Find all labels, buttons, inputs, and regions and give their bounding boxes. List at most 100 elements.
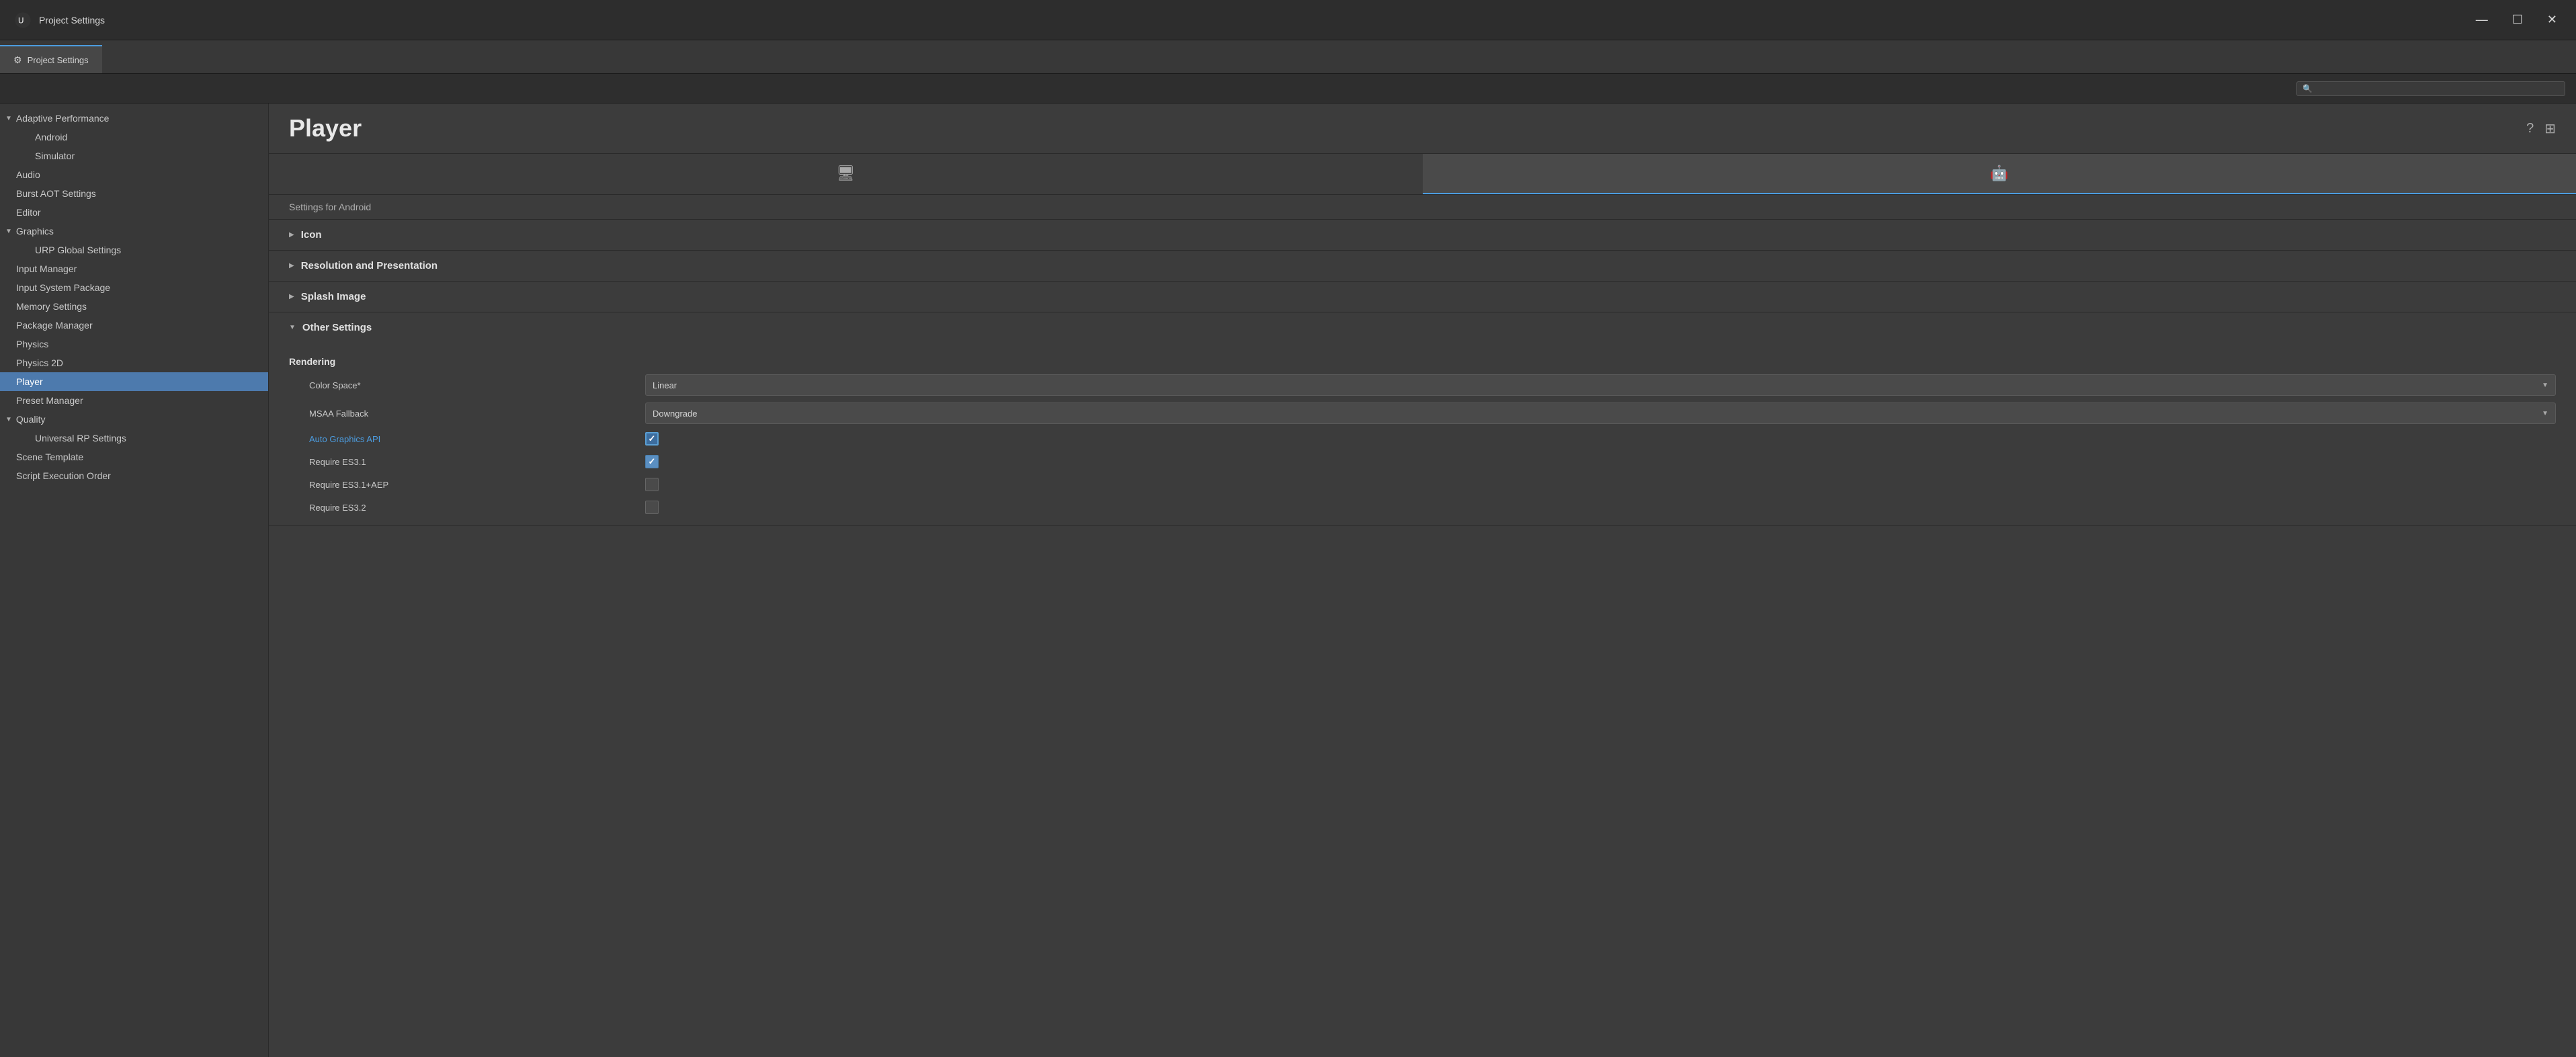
sidebar-label-preset-manager: Preset Manager bbox=[16, 395, 83, 406]
sidebar-item-physics-2d[interactable]: Physics 2D bbox=[0, 353, 268, 372]
help-icon-button[interactable]: ? bbox=[2526, 121, 2534, 136]
require-es32-row: Require ES3.2 bbox=[269, 496, 2576, 519]
rendering-subsection-title: Rendering bbox=[269, 349, 2576, 371]
require-es32-checkbox[interactable] bbox=[645, 501, 659, 514]
layout-icon-button[interactable]: ⊞ bbox=[2544, 120, 2556, 137]
sidebar-item-input-system[interactable]: Input System Package bbox=[0, 278, 268, 297]
search-input[interactable] bbox=[2317, 84, 2559, 93]
icon-section-arrow: ▶ bbox=[289, 231, 294, 239]
sidebar-item-universal-rp[interactable]: Universal RP Settings bbox=[0, 429, 268, 448]
auto-graphics-api-checkbox[interactable] bbox=[645, 432, 659, 446]
icon-section: ▶ Icon bbox=[269, 220, 2576, 251]
color-space-dropdown[interactable]: Linear ▼ bbox=[645, 374, 2556, 396]
sidebar-item-burst-aot[interactable]: Burst AOT Settings bbox=[0, 184, 268, 203]
resolution-section-header[interactable]: ▶ Resolution and Presentation bbox=[269, 251, 2576, 281]
sidebar-item-preset-manager[interactable]: Preset Manager bbox=[0, 391, 268, 410]
color-space-label: Color Space* bbox=[309, 380, 645, 390]
require-es31-value bbox=[645, 455, 2556, 468]
auto-graphics-api-row: Auto Graphics API bbox=[269, 427, 2576, 450]
sidebar-item-package-manager[interactable]: Package Manager bbox=[0, 316, 268, 335]
sidebar-label-graphics: Graphics bbox=[16, 226, 54, 237]
sidebar-item-adaptive-performance[interactable]: ▼ Adaptive Performance bbox=[0, 109, 268, 128]
main-layout: ▼ Adaptive Performance Android Simulator… bbox=[0, 103, 2576, 1057]
color-space-selected: Linear bbox=[653, 380, 677, 390]
auto-graphics-api-label[interactable]: Auto Graphics API bbox=[309, 434, 645, 444]
require-es32-value bbox=[645, 501, 2556, 514]
title-bar-left: U Project Settings bbox=[13, 11, 105, 30]
require-es31-row: Require ES3.1 bbox=[269, 450, 2576, 473]
msaa-fallback-selected: Downgrade bbox=[653, 409, 698, 419]
other-settings-header[interactable]: ▼ Other Settings bbox=[269, 312, 2576, 343]
search-icon: 🔍 bbox=[2302, 84, 2313, 93]
graphics-arrow: ▼ bbox=[5, 228, 12, 235]
sidebar: ▼ Adaptive Performance Android Simulator… bbox=[0, 103, 269, 1057]
sidebar-item-player[interactable]: Player bbox=[0, 372, 268, 391]
maximize-button[interactable]: ☐ bbox=[2507, 10, 2528, 30]
android-platform-icon: 🤖 bbox=[1990, 165, 2008, 182]
tab-label: Project Settings bbox=[28, 55, 89, 65]
msaa-fallback-label: MSAA Fallback bbox=[309, 409, 645, 419]
resolution-section-title: Resolution and Presentation bbox=[301, 260, 438, 271]
splash-section: ▶ Splash Image bbox=[269, 282, 2576, 312]
sidebar-item-script-execution[interactable]: Script Execution Order bbox=[0, 466, 268, 485]
content-area: Player ? ⊞ 🖥 🤖 Settings for Android ▶ Ic… bbox=[269, 103, 2576, 1057]
svg-text:U: U bbox=[18, 16, 24, 25]
other-settings-title: Other Settings bbox=[302, 322, 372, 333]
resolution-section-arrow: ▶ bbox=[289, 262, 294, 269]
sidebar-label-urp-global: URP Global Settings bbox=[35, 245, 121, 255]
settings-for-label: Settings for Android bbox=[269, 195, 2576, 220]
msaa-fallback-row: MSAA Fallback Downgrade ▼ bbox=[269, 399, 2576, 427]
platform-tab-android[interactable]: 🤖 bbox=[1423, 154, 2576, 194]
require-es31-aep-row: Require ES3.1+AEP bbox=[269, 473, 2576, 496]
sidebar-item-input-manager[interactable]: Input Manager bbox=[0, 259, 268, 278]
splash-section-header[interactable]: ▶ Splash Image bbox=[269, 282, 2576, 312]
resolution-section: ▶ Resolution and Presentation bbox=[269, 251, 2576, 282]
sidebar-label-simulator: Simulator bbox=[35, 151, 75, 161]
sidebar-label-input-system: Input System Package bbox=[16, 282, 110, 293]
window-title: Project Settings bbox=[39, 15, 105, 26]
sidebar-item-audio[interactable]: Audio bbox=[0, 165, 268, 184]
require-es31-aep-label: Require ES3.1+AEP bbox=[309, 480, 645, 490]
icon-section-title: Icon bbox=[301, 229, 322, 241]
sidebar-label-package-manager: Package Manager bbox=[16, 320, 93, 331]
require-es32-label: Require ES3.2 bbox=[309, 503, 645, 513]
sidebar-item-physics[interactable]: Physics bbox=[0, 335, 268, 353]
header-icons: ? ⊞ bbox=[2526, 120, 2556, 137]
require-es31-checkbox[interactable] bbox=[645, 455, 659, 468]
sidebar-item-memory-settings[interactable]: Memory Settings bbox=[0, 297, 268, 316]
tab-bar: ⚙ Project Settings bbox=[0, 40, 2576, 74]
settings-tab-icon: ⚙ bbox=[13, 54, 22, 66]
sidebar-item-scene-template[interactable]: Scene Template bbox=[0, 448, 268, 466]
sidebar-item-quality[interactable]: ▼ Quality bbox=[0, 410, 268, 429]
color-space-row: Color Space* Linear ▼ bbox=[269, 371, 2576, 399]
title-bar: U Project Settings — ☐ ✕ bbox=[0, 0, 2576, 40]
sidebar-label-player: Player bbox=[16, 376, 43, 387]
icon-section-header[interactable]: ▶ Icon bbox=[269, 220, 2576, 250]
minimize-button[interactable]: — bbox=[2470, 10, 2493, 30]
sidebar-label-script-execution: Script Execution Order bbox=[16, 470, 111, 481]
sidebar-item-editor[interactable]: Editor bbox=[0, 203, 268, 222]
sidebar-label-physics-2d: Physics 2D bbox=[16, 357, 63, 368]
sidebar-item-android[interactable]: Android bbox=[0, 128, 268, 146]
require-es31-aep-checkbox[interactable] bbox=[645, 478, 659, 491]
project-settings-tab[interactable]: ⚙ Project Settings bbox=[0, 45, 102, 73]
sidebar-label-editor: Editor bbox=[16, 207, 41, 218]
other-settings-arrow: ▼ bbox=[289, 324, 296, 331]
other-settings-content: Rendering Color Space* Linear ▼ MSAA Fal… bbox=[269, 343, 2576, 525]
platform-tabs: 🖥 🤖 bbox=[269, 154, 2576, 195]
splash-section-arrow: ▶ bbox=[289, 293, 294, 300]
sidebar-item-graphics[interactable]: ▼ Graphics bbox=[0, 222, 268, 241]
close-button[interactable]: ✕ bbox=[2542, 10, 2563, 30]
page-title: Player bbox=[289, 114, 362, 142]
sidebar-item-simulator[interactable]: Simulator bbox=[0, 146, 268, 165]
sidebar-label-quality: Quality bbox=[16, 414, 46, 425]
sidebar-label-input-manager: Input Manager bbox=[16, 263, 77, 274]
platform-tab-desktop[interactable]: 🖥 bbox=[269, 154, 1423, 194]
sidebar-item-urp-global[interactable]: URP Global Settings bbox=[0, 241, 268, 259]
search-wrapper: 🔍 bbox=[2296, 81, 2565, 96]
msaa-fallback-value: Downgrade ▼ bbox=[645, 403, 2556, 424]
msaa-fallback-dropdown[interactable]: Downgrade ▼ bbox=[645, 403, 2556, 424]
adaptive-performance-arrow: ▼ bbox=[5, 115, 12, 122]
require-es31-aep-value bbox=[645, 478, 2556, 491]
quality-arrow: ▼ bbox=[5, 416, 12, 423]
